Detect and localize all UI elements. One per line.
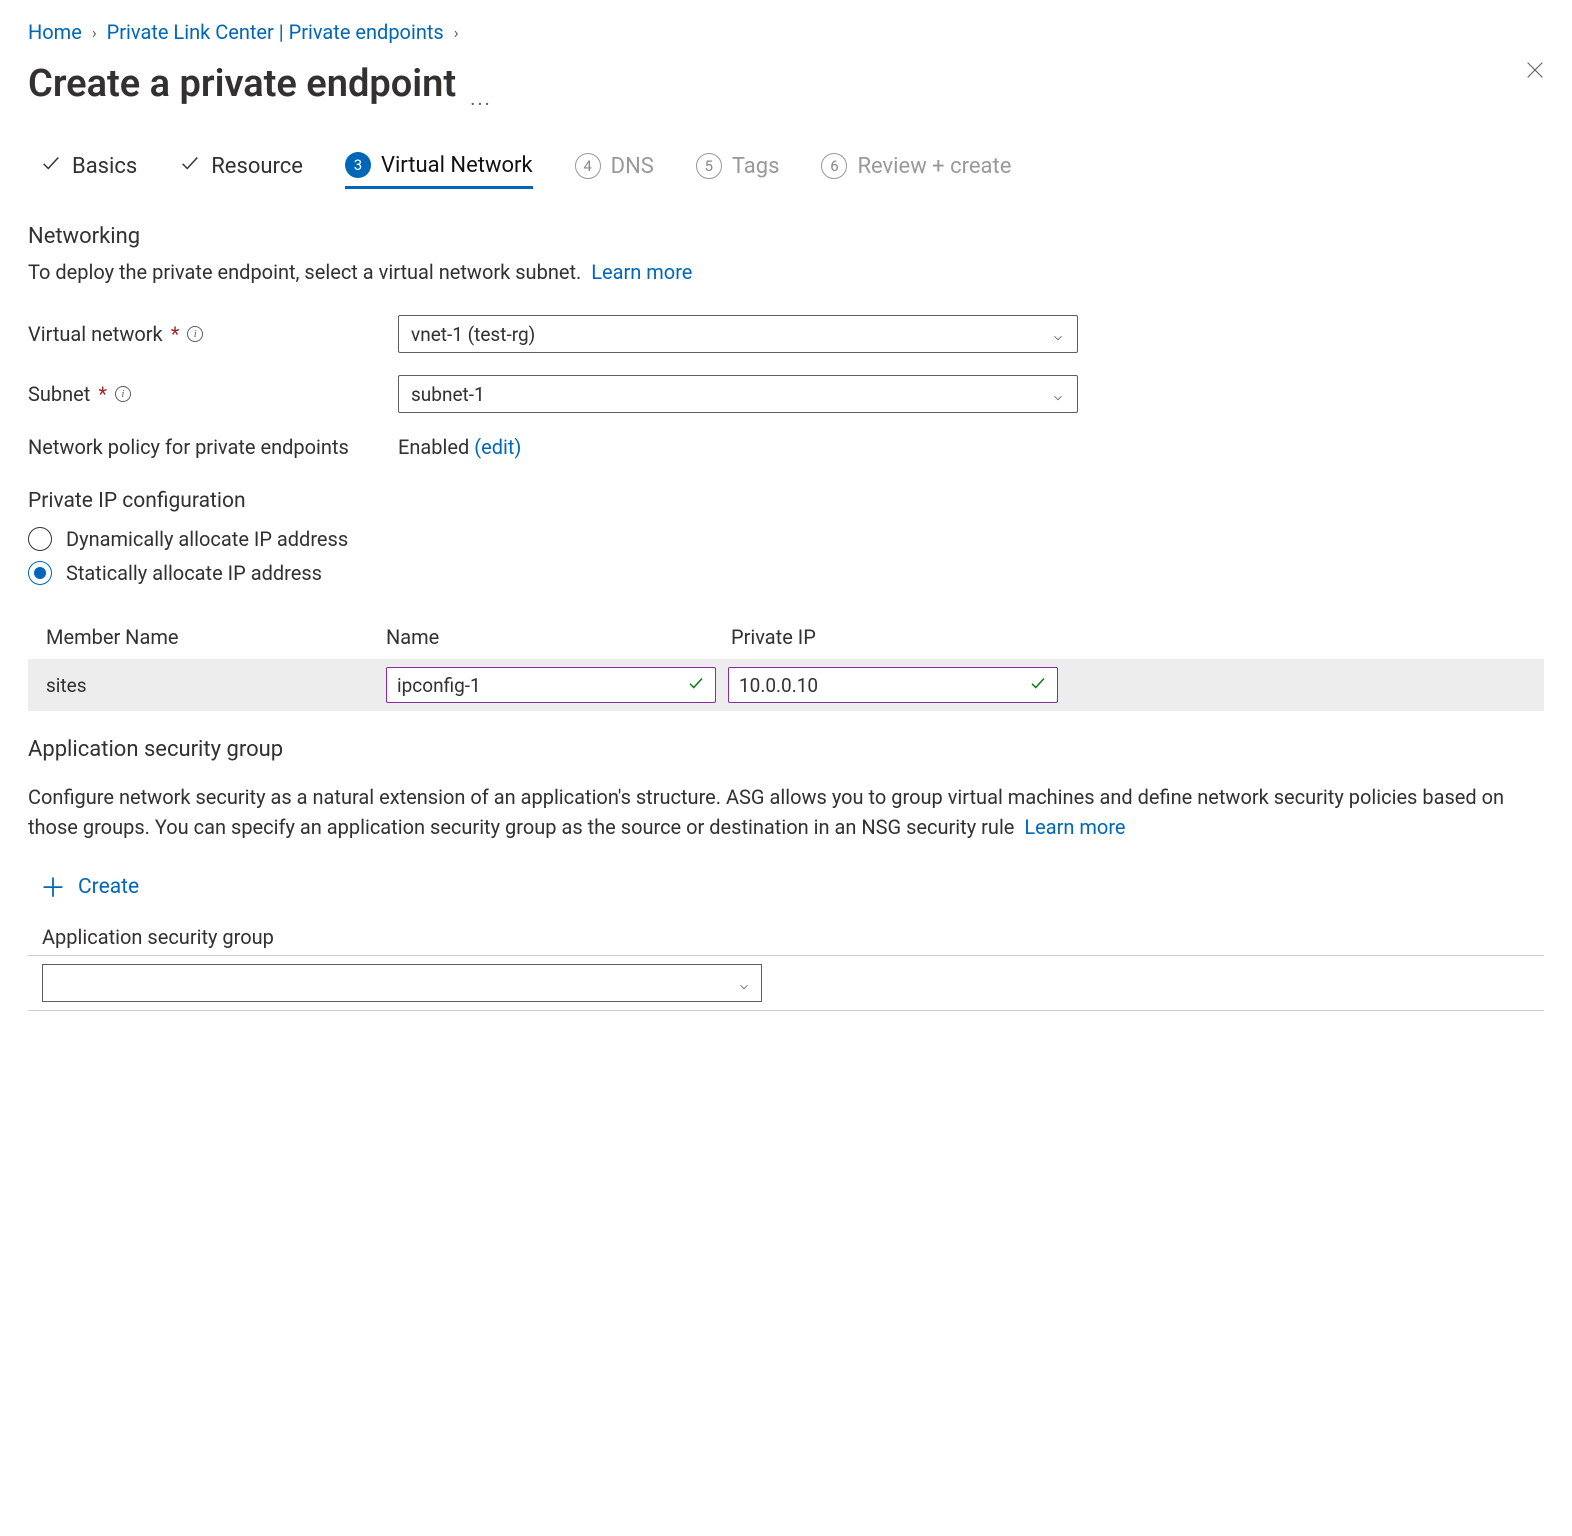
step-resource[interactable]: Resource <box>179 152 303 188</box>
chevron-right-icon: › <box>92 23 97 42</box>
info-icon[interactable]: i <box>115 386 131 402</box>
col-name: Name <box>386 625 731 649</box>
step-number: 5 <box>696 153 722 179</box>
networking-desc-text: To deploy the private endpoint, select a… <box>28 260 581 284</box>
required-icon: * <box>98 382 107 406</box>
create-label: Create <box>78 875 139 899</box>
close-button[interactable] <box>1524 58 1546 88</box>
learn-more-link[interactable]: Learn more <box>1024 815 1125 839</box>
policy-value: Enabled (edit) <box>398 435 521 459</box>
label-text: Subnet <box>28 382 90 406</box>
input-value: ipconfig-1 <box>397 674 481 697</box>
ip-input[interactable]: 10.0.0.10 <box>728 667 1058 703</box>
chevron-down-icon <box>1051 387 1065 401</box>
chevron-right-icon: › <box>454 23 459 42</box>
asg-create-button[interactable]: ＋ Create <box>40 868 1544 905</box>
step-label: Tags <box>732 154 780 179</box>
radio-label: Statically allocate IP address <box>66 561 322 585</box>
name-input[interactable]: ipconfig-1 <box>386 667 716 703</box>
select-value: subnet-1 <box>411 383 485 406</box>
policy-edit-link[interactable]: (edit) <box>474 435 521 459</box>
label-text: Virtual network <box>28 322 163 346</box>
col-ip: Private IP <box>731 625 1544 649</box>
member-cell: sites <box>46 674 386 697</box>
policy-text: Enabled <box>398 435 469 459</box>
step-number: 4 <box>575 153 601 179</box>
step-number: 6 <box>821 153 847 179</box>
asg-select[interactable] <box>42 964 762 1002</box>
breadcrumb: Home › Private Link Center | Private end… <box>28 20 1544 44</box>
subnet-select[interactable]: subnet-1 <box>398 375 1078 413</box>
step-dns[interactable]: 4 DNS <box>575 152 654 188</box>
more-options-button[interactable]: ··· <box>470 92 492 116</box>
step-label: Resource <box>211 154 303 179</box>
check-icon <box>40 152 62 180</box>
ipconfig-heading: Private IP configuration <box>28 489 1544 513</box>
networking-desc: To deploy the private endpoint, select a… <box>28 257 1544 287</box>
select-value: vnet-1 (test-rg) <box>411 323 535 346</box>
radio-label: Dynamically allocate IP address <box>66 527 348 551</box>
ip-table-row: sites ipconfig-1 10.0.0.10 <box>28 659 1544 711</box>
check-icon <box>687 674 705 697</box>
vnet-label: Virtual network * i <box>28 322 398 346</box>
breadcrumb-center[interactable]: Private Link Center | Private endpoints <box>107 20 444 44</box>
ip-table-header: Member Name Name Private IP <box>28 615 1544 659</box>
ip-table: Member Name Name Private IP sites ipconf… <box>28 615 1544 711</box>
radio-dynamic[interactable]: Dynamically allocate IP address <box>28 527 1544 551</box>
step-tags[interactable]: 5 Tags <box>696 152 780 188</box>
step-label: Virtual Network <box>381 153 533 178</box>
learn-more-link[interactable]: Learn more <box>591 260 692 284</box>
vnet-select[interactable]: vnet-1 (test-rg) <box>398 315 1078 353</box>
step-basics[interactable]: Basics <box>40 152 137 188</box>
breadcrumb-home[interactable]: Home <box>28 20 82 44</box>
chevron-down-icon <box>1051 327 1065 341</box>
input-value: 10.0.0.10 <box>739 674 818 697</box>
radio-icon <box>28 527 52 551</box>
check-icon <box>1029 674 1047 697</box>
asg-desc: Configure network security as a natural … <box>28 782 1544 842</box>
chevron-down-icon <box>737 976 751 990</box>
networking-heading: Networking <box>28 224 1544 249</box>
asg-desc-text: Configure network security as a natural … <box>28 785 1504 839</box>
info-icon[interactable]: i <box>187 326 203 342</box>
step-virtual-network[interactable]: 3 Virtual Network <box>345 152 533 189</box>
page-title: Create a private endpoint <box>28 62 456 106</box>
step-label: Basics <box>72 154 137 179</box>
asg-heading: Application security group <box>28 737 1544 762</box>
asg-combo-label: Application security group <box>42 925 1544 949</box>
plus-icon: ＋ <box>40 868 66 905</box>
radio-icon <box>28 561 52 585</box>
radio-static[interactable]: Statically allocate IP address <box>28 561 1544 585</box>
policy-label: Network policy for private endpoints <box>28 435 398 459</box>
subnet-label: Subnet * i <box>28 382 398 406</box>
check-icon <box>179 152 201 180</box>
step-label: DNS <box>611 154 654 179</box>
required-icon: * <box>171 322 180 346</box>
wizard-steps: Basics Resource 3 Virtual Network 4 DNS … <box>28 152 1544 188</box>
step-review[interactable]: 6 Review + create <box>821 152 1011 188</box>
step-label: Review + create <box>857 154 1011 179</box>
step-number: 3 <box>345 152 371 178</box>
col-member: Member Name <box>46 625 386 649</box>
